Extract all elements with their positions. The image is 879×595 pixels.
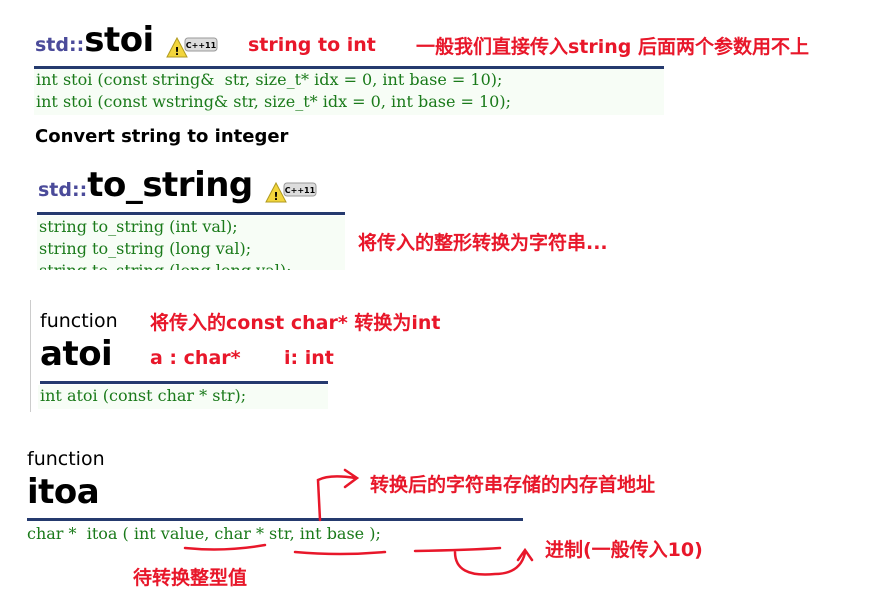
handwritten-annotation-lines	[183, 468, 534, 576]
